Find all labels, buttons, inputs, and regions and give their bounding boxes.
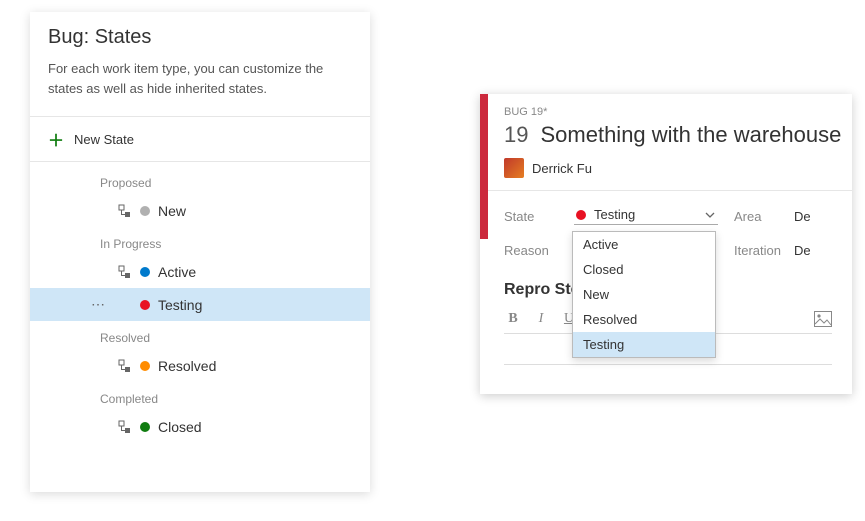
panel-title: Bug: States	[48, 26, 352, 49]
dropdown-item-testing[interactable]: Testing	[573, 332, 715, 357]
state-selector-input[interactable]	[594, 207, 684, 222]
work-item-title[interactable]: Something with the warehouse	[540, 122, 841, 148]
insert-image-button[interactable]	[814, 311, 832, 327]
state-color-dot	[140, 206, 150, 216]
state-selector[interactable]	[574, 207, 718, 225]
state-color-dot	[140, 361, 150, 371]
state-label: Active	[158, 264, 196, 280]
state-color-dot	[576, 210, 586, 220]
reason-field-label: Reason	[504, 243, 549, 258]
inherited-state-icon	[118, 420, 132, 434]
state-field-label: State	[504, 209, 534, 224]
new-state-label: New State	[74, 132, 134, 147]
work-item-form: BUG 19* 19 Something with the warehouse …	[480, 94, 852, 394]
state-color-dot	[140, 422, 150, 432]
state-row-closed[interactable]: ⋯ Closed	[30, 410, 370, 443]
inherited-state-icon	[118, 204, 132, 218]
category-resolved: Resolved	[30, 321, 370, 349]
iteration-field-label: Iteration	[734, 243, 781, 258]
dropdown-item-active[interactable]: Active	[573, 232, 715, 257]
category-completed: Completed	[30, 382, 370, 410]
category-proposed: Proposed	[30, 166, 370, 194]
chevron-down-icon[interactable]	[704, 209, 716, 221]
states-config-panel: Bug: States For each work item type, you…	[30, 12, 370, 492]
area-field-label: Area	[734, 209, 761, 224]
category-inprogress: In Progress	[30, 227, 370, 255]
row-actions-icon[interactable]: ⋯	[80, 296, 110, 313]
panel-description: For each work item type, you can customi…	[48, 59, 352, 108]
state-label: Resolved	[158, 358, 216, 374]
state-row-new[interactable]: ⋯ New	[30, 194, 370, 227]
work-item-id: 19	[504, 122, 528, 148]
italic-button[interactable]: I	[532, 311, 550, 327]
dropdown-item-closed[interactable]: Closed	[573, 257, 715, 282]
plus-icon: ＋	[48, 127, 64, 151]
assigned-to-row[interactable]: Derrick Fu	[480, 156, 852, 190]
bold-button[interactable]: B	[504, 311, 522, 327]
state-label: Closed	[158, 419, 202, 435]
state-label: Testing	[158, 297, 202, 313]
dropdown-item-new[interactable]: New	[573, 282, 715, 307]
state-row-resolved[interactable]: ⋯ Resolved	[30, 349, 370, 382]
state-row-active[interactable]: ⋯ Active	[30, 255, 370, 288]
state-color-dot	[140, 300, 150, 310]
avatar	[504, 158, 524, 178]
work-item-type-label: BUG 19*	[480, 94, 852, 122]
state-label: New	[158, 203, 186, 219]
state-dropdown[interactable]: Active Closed New Resolved Testing	[572, 231, 716, 358]
inherited-state-icon	[118, 265, 132, 279]
iteration-value[interactable]: De	[794, 243, 811, 258]
area-value[interactable]: De	[794, 209, 811, 224]
new-state-button[interactable]: ＋ New State	[30, 117, 370, 161]
dropdown-item-resolved[interactable]: Resolved	[573, 307, 715, 332]
inherited-state-icon	[118, 359, 132, 373]
assigned-to-name: Derrick Fu	[532, 161, 592, 176]
state-row-testing[interactable]: ⋯ Testing	[30, 288, 370, 321]
state-color-dot	[140, 267, 150, 277]
